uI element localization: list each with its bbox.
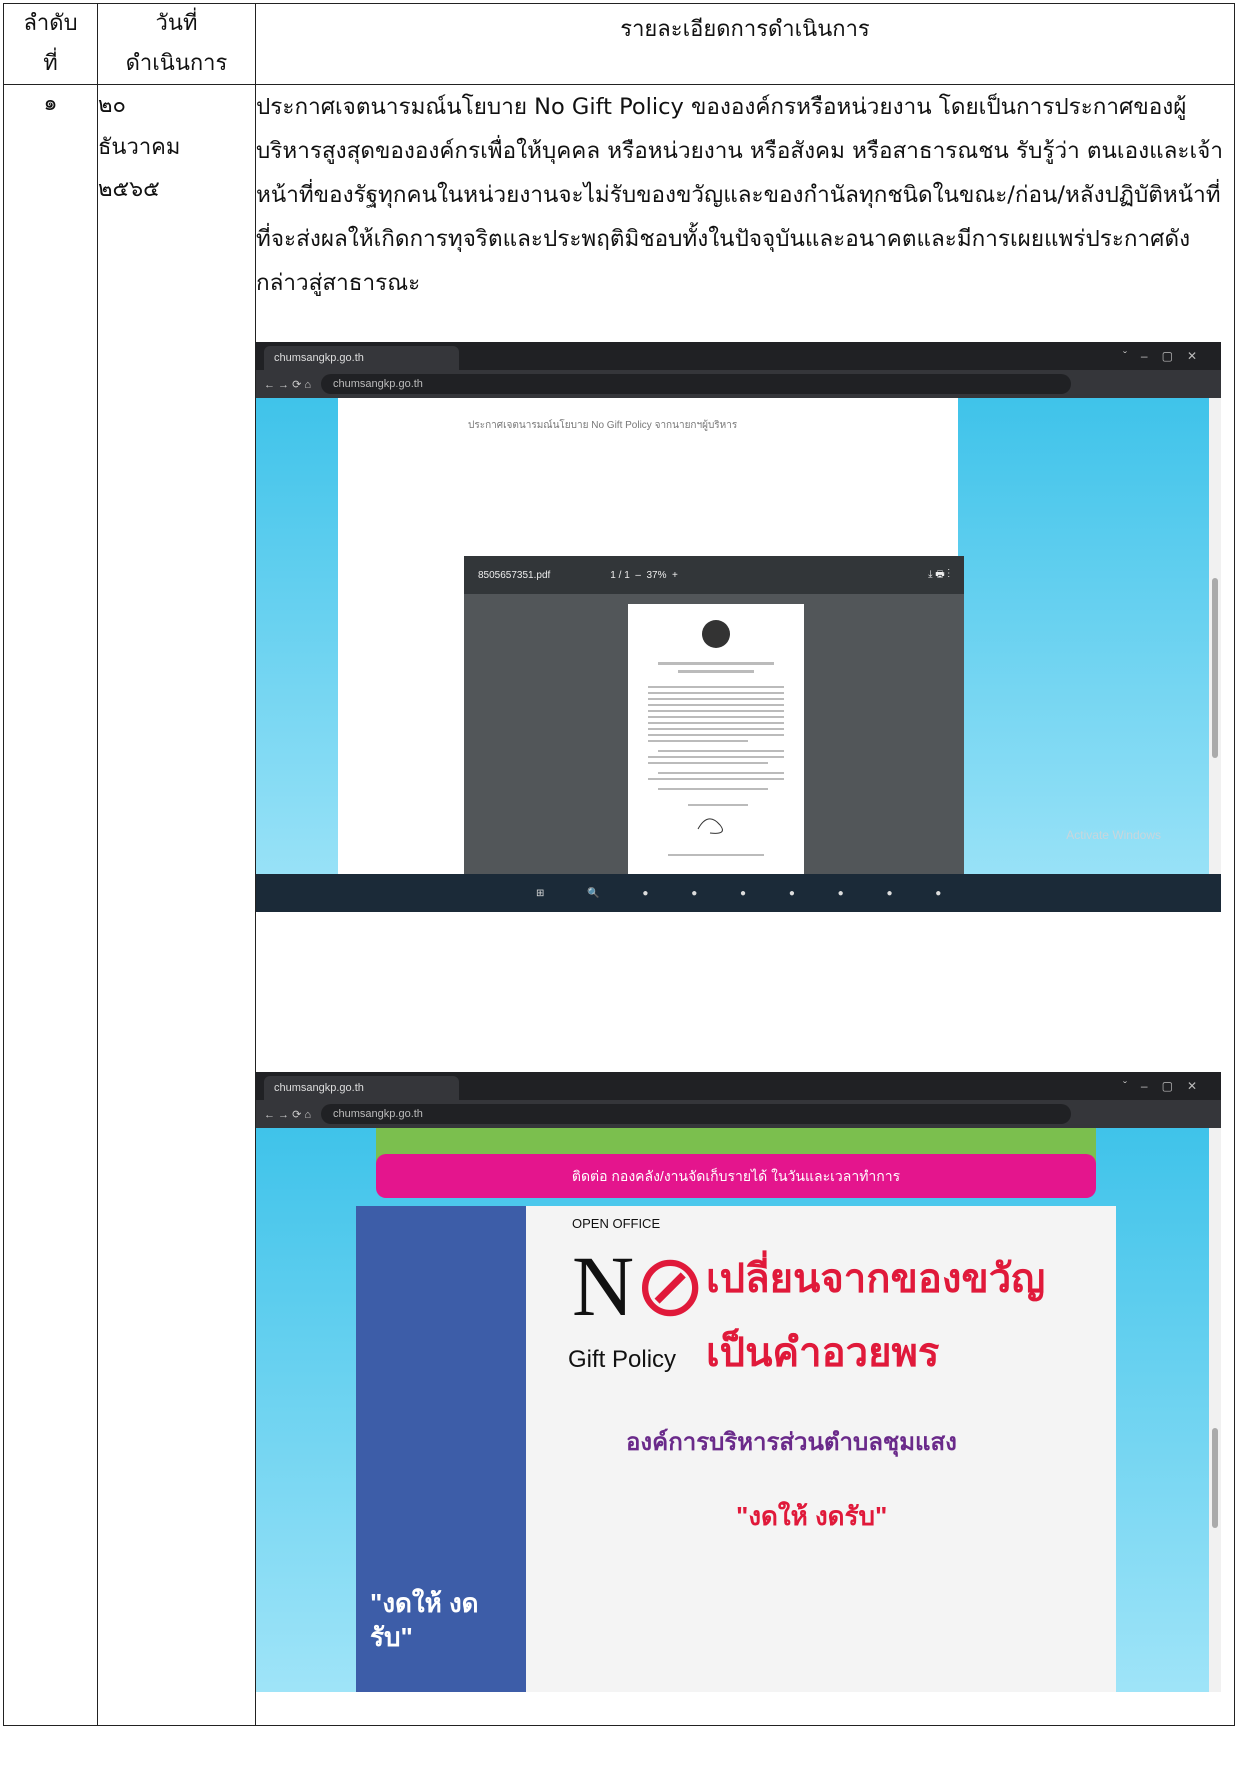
poster-left-panel: "งดให้ งดรับ" — [356, 1206, 526, 1692]
org-name: องค์การบริหารส่วนตำบลชุมแสง — [626, 1429, 957, 1456]
table-row: ๑ ๒๐ ธันวาคม ๒๕๖๕ ประกาศเจตนารมณ์นโยบาย … — [3, 84, 1235, 1726]
screenshot-pdf-announcement: chumsangkp.go.th ˇ–▢✕ ← → ⟳ ⌂ chumsangkp… — [256, 342, 1221, 912]
scrollbar — [1209, 1128, 1221, 1692]
row-number: ๑ — [3, 84, 98, 1726]
row-detail: ประกาศเจตนารมณ์นโยบาย No Gift Policy ของ… — [255, 84, 1235, 1726]
window-controls: ˇ–▢✕ — [1122, 1079, 1211, 1093]
pdf-viewer: 8505657351.pdf 1 / 1 – 37% + ⤓ 🖶 ⋮ — [464, 556, 964, 912]
activity-table: ลำดับ ที่ วันที่ ดำเนินการ รายละเอียดการ… — [3, 3, 1235, 1726]
nav-icons: ← → ⟳ ⌂ — [264, 378, 312, 391]
nav-icons: ← → ⟳ ⌂ — [264, 1108, 312, 1121]
pdf-toolbar: 8505657351.pdf 1 / 1 – 37% + ⤓ 🖶 ⋮ — [464, 556, 964, 594]
row-date: ๒๐ ธันวาคม ๒๕๖๕ — [97, 84, 256, 1726]
window-controls: ˇ–▢✕ — [1122, 349, 1211, 363]
no-logo: N⊘ — [572, 1238, 707, 1334]
browser-tabbar: chumsangkp.go.th ˇ–▢✕ — [256, 1072, 1221, 1100]
page-title-text: ประกาศเจตนารมณ์นโยบาย No Gift Policy จาก… — [468, 420, 738, 431]
headline-2: เป็นคำอวยพร — [706, 1331, 940, 1375]
contact-banner: ติดต่อ กองคลัง/งานจัดเก็บรายได้ ในวันและ… — [376, 1154, 1096, 1198]
taskbar: ⊞ 🔍 ● ● ● ● ● ● ● — [256, 874, 1221, 912]
header-detail: รายละเอียดการดำเนินการ — [255, 3, 1235, 85]
no-gift-poster: "งดให้ งดรับ" OPEN OFFICE N⊘ Gift Policy… — [356, 1206, 1116, 1692]
url-field: chumsangkp.go.th — [321, 374, 1071, 394]
browser-tab: chumsangkp.go.th — [264, 346, 459, 370]
header-date: วันที่ ดำเนินการ — [97, 3, 256, 85]
browser-tabbar: chumsangkp.go.th ˇ–▢✕ — [256, 342, 1221, 370]
address-bar: ← → ⟳ ⌂ chumsangkp.go.th — [256, 370, 1221, 398]
poster-slogan: "งดให้ งดรับ" — [736, 1501, 888, 1531]
header-row: ลำดับ ที่ วันที่ ดำเนินการ รายละเอียดการ… — [3, 3, 1235, 85]
headline-1: เปลี่ยนจากของขวัญ — [706, 1257, 1046, 1301]
windows-watermark: Activate Windows — [1066, 828, 1161, 842]
url-field: chumsangkp.go.th — [321, 1104, 1071, 1124]
browser-tab: chumsangkp.go.th — [264, 1076, 459, 1100]
address-bar: ← → ⟳ ⌂ chumsangkp.go.th — [256, 1100, 1221, 1128]
screenshot-no-gift-poster: chumsangkp.go.th ˇ–▢✕ ← → ⟳ ⌂ chumsangkp… — [256, 1072, 1221, 1692]
header-no: ลำดับ ที่ — [3, 3, 98, 85]
pdf-page-content — [648, 620, 784, 856]
pdf-page — [628, 604, 804, 884]
detail-text: ประกาศเจตนารมณ์นโยบาย No Gift Policy ของ… — [256, 94, 1223, 296]
scrollbar — [1209, 398, 1221, 874]
